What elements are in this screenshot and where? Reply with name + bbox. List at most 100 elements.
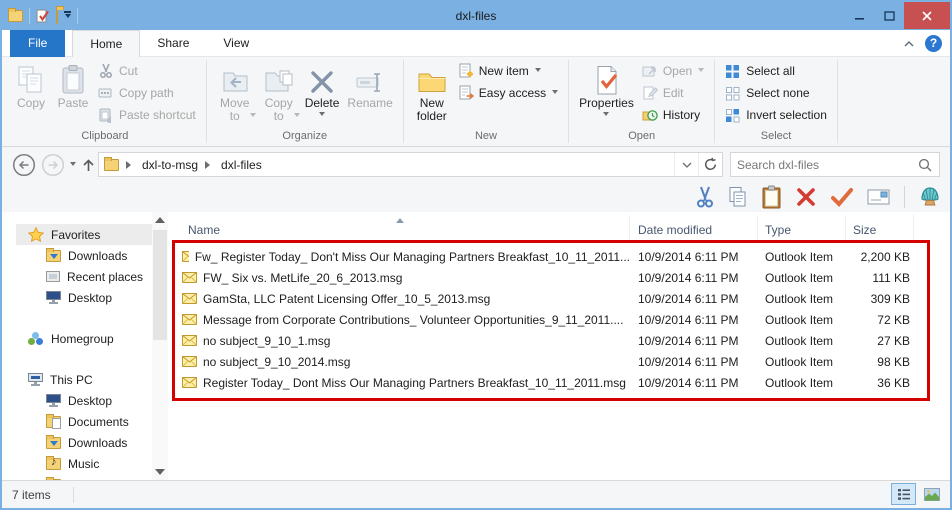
address-dropdown-button[interactable]	[674, 153, 698, 176]
scroll-down-arrow-icon[interactable]	[155, 469, 165, 475]
up-button[interactable]	[81, 157, 96, 173]
file-date: 10/9/2014 6:11 PM	[638, 270, 739, 285]
column-header-date-modified[interactable]: Date modified	[630, 215, 758, 241]
move-to-button[interactable]: Move to	[213, 59, 257, 125]
help-button[interactable]: ?	[925, 35, 942, 52]
column-header-type[interactable]: Type	[758, 215, 846, 241]
thumbnail-view-button[interactable]	[919, 483, 944, 505]
shell-icon	[921, 187, 939, 206]
copy-button[interactable]: Copy	[10, 59, 52, 112]
column-header-name[interactable]: Name	[168, 215, 630, 241]
breadcrumb: dxl-to-msg dxl-files	[104, 156, 674, 172]
file-row[interactable]: no subject_9_10_2014.msg 10/9/2014 6:11 …	[168, 351, 950, 372]
file-row[interactable]: Register Today_ Dont Miss Our Managing P…	[168, 372, 950, 393]
breadcrumb-item-parent[interactable]: dxl-to-msg	[142, 158, 198, 172]
forward-button[interactable]	[41, 153, 65, 177]
delete-button[interactable]: Delete	[301, 59, 344, 121]
details-view-button[interactable]	[891, 483, 916, 505]
group-select: Select all Select none Invert selection …	[715, 57, 837, 146]
tab-file[interactable]: File	[10, 30, 66, 57]
outlook-message-icon	[182, 272, 197, 283]
open-button[interactable]: Open	[638, 60, 708, 82]
new-small-buttons: New item Easy access	[454, 59, 562, 104]
toolbar-shell-button[interactable]	[918, 185, 942, 209]
history-label: History	[662, 108, 701, 122]
sidebar-item-pc-music[interactable]: Music	[16, 453, 152, 474]
sidebar-item-homegroup[interactable]: Homegroup	[16, 328, 152, 349]
qat-customize-button[interactable]	[64, 11, 71, 21]
group-organize: Move to Copy to Delete Rename Organize	[207, 57, 403, 146]
paste-shortcut-button[interactable]: Paste shortcut	[94, 104, 200, 126]
edit-button[interactable]: Edit	[638, 82, 708, 104]
collapse-ribbon-button[interactable]	[903, 40, 915, 48]
maximize-button[interactable]	[874, 2, 904, 29]
easy-access-button[interactable]: Easy access	[454, 82, 562, 104]
sidebar-label: Desktop	[68, 290, 113, 305]
sidebar-item-pc-desktop[interactable]: Desktop	[16, 390, 152, 411]
file-date: 10/9/2014 6:11 PM	[638, 354, 739, 369]
history-button[interactable]: History	[638, 104, 708, 126]
back-button[interactable]	[12, 153, 36, 177]
select-none-button[interactable]: Select none	[721, 82, 831, 104]
sidebar-item-pc-documents[interactable]: Documents	[16, 411, 152, 432]
new-folder-button[interactable]: New folder	[410, 59, 454, 125]
toolbar-delete-button[interactable]	[795, 187, 817, 207]
minimize-button[interactable]	[844, 2, 874, 29]
scrollbar-thumb[interactable]	[153, 230, 167, 340]
file-type: Outlook Item	[765, 375, 834, 390]
toolbar-mail-button[interactable]	[867, 188, 891, 206]
close-button[interactable]	[904, 2, 950, 29]
copy-to-button[interactable]: Copy to	[257, 59, 301, 125]
rename-button[interactable]: Rename	[343, 59, 396, 112]
tab-home[interactable]: Home	[72, 30, 141, 57]
recent-locations-button[interactable]	[70, 162, 76, 169]
file-name: FW_ Six vs. MetLife_20_6_2013.msg	[203, 270, 403, 285]
tab-share[interactable]: Share	[140, 30, 206, 57]
search-input[interactable]	[731, 157, 918, 172]
invert-selection-button[interactable]: Invert selection	[721, 104, 831, 126]
address-bar[interactable]: dxl-to-msg dxl-files	[98, 152, 723, 177]
properties-button[interactable]: Properties	[575, 59, 638, 121]
sidebar-item-pc-downloads[interactable]: Downloads	[16, 432, 152, 453]
paste-button[interactable]: Paste	[52, 59, 94, 112]
file-row[interactable]: no subject_9_10_1.msg 10/9/2014 6:11 PM …	[168, 330, 950, 351]
sidebar-item-this-pc[interactable]: This PC	[16, 369, 152, 390]
outlook-message-icon	[182, 335, 197, 346]
sidebar-item-fav-desktop[interactable]: Desktop	[16, 287, 152, 308]
sidebar-item-favorites[interactable]: Favorites	[16, 224, 152, 245]
address-bar-row: dxl-to-msg dxl-files	[2, 147, 950, 182]
view-toggle-buttons	[891, 483, 944, 505]
select-all-button[interactable]: Select all	[721, 60, 831, 82]
refresh-button[interactable]	[698, 153, 722, 176]
move-to-icon	[220, 61, 250, 95]
item-count: 7 items	[12, 487, 51, 502]
copy-path-button[interactable]: Copy path	[94, 82, 200, 104]
cut-button[interactable]: Cut	[94, 60, 200, 82]
breadcrumb-item-current[interactable]: dxl-files	[221, 158, 262, 172]
toolbar-paste-button[interactable]	[761, 185, 782, 209]
tab-view[interactable]: View	[206, 30, 266, 57]
file-row[interactable]: Message from Corporate Contributions_ Vo…	[168, 309, 950, 330]
copy-pages-icon	[729, 187, 746, 207]
sidebar-label: Homegroup	[51, 331, 114, 346]
qat-properties-button[interactable]	[36, 9, 50, 23]
column-header-size[interactable]: Size	[846, 215, 914, 241]
file-row[interactable]: FW_ Six vs. MetLife_20_6_2013.msg 10/9/2…	[168, 267, 950, 288]
file-row[interactable]: Fw_ Register Today_ Don't Miss Our Manag…	[168, 246, 950, 267]
file-row[interactable]: GamSta, LLC Patent Licensing Offer_10_5_…	[168, 288, 950, 309]
sidebar-item-recent-places[interactable]: Recent places	[16, 266, 152, 287]
file-size: 27 KB	[877, 333, 910, 348]
sidebar-scrollbar[interactable]	[152, 212, 168, 480]
new-item-button[interactable]: New item	[454, 60, 562, 82]
toolbar-confirm-button[interactable]	[830, 187, 854, 207]
shell-toolbar	[2, 182, 950, 212]
file-type: Outlook Item	[765, 249, 834, 264]
qat-folder-button[interactable]	[56, 8, 58, 24]
file-type: Outlook Item	[765, 291, 834, 306]
toolbar-copy-button[interactable]	[728, 186, 748, 208]
scroll-up-arrow-icon[interactable]	[155, 217, 165, 223]
sidebar-item-fav-downloads[interactable]: Downloads	[16, 245, 152, 266]
chevron-down-icon	[249, 113, 256, 120]
toolbar-cut-button[interactable]	[695, 186, 715, 208]
